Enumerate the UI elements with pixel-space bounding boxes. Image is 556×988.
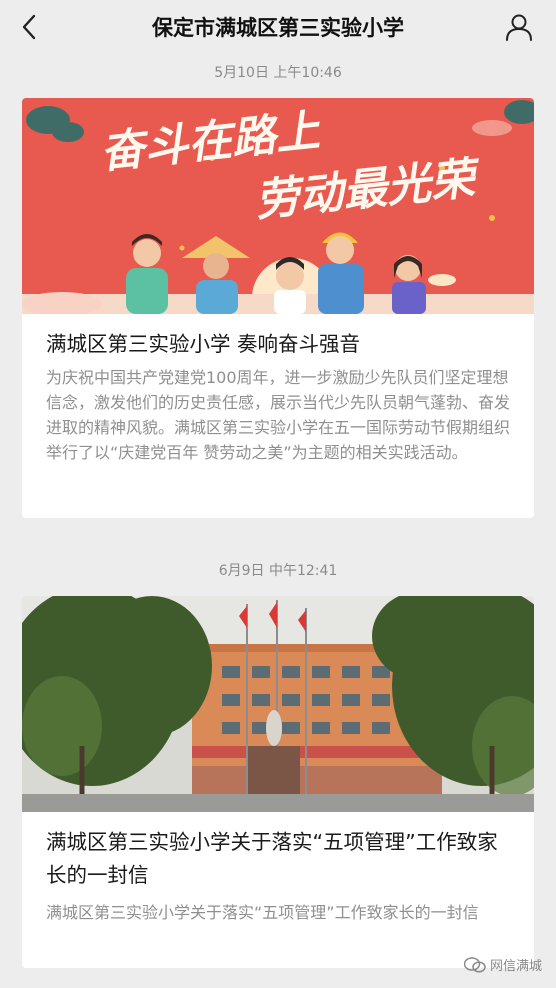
article-title: 满城区第三实验小学 奏响奋斗强音 bbox=[46, 332, 361, 356]
article-card[interactable]: 奋斗在路上 劳动最光荣 满城区第三实验小学 奏响奋斗强音 为庆祝中国共产党建党1… bbox=[22, 98, 534, 518]
article-title: 满城区第三实验小学关于落实“五项管理”工作致家长的一封信 bbox=[46, 830, 498, 887]
profile-button[interactable] bbox=[504, 12, 534, 42]
article-description: 满城区第三实验小学关于落实“五项管理”工作致家长的一封信 bbox=[46, 903, 479, 922]
message-timestamp: 5月10日 上午10:46 bbox=[214, 65, 342, 81]
watermark: 网信满城 bbox=[463, 955, 542, 974]
labor-day-banner: 奋斗在路上 劳动最光荣 bbox=[22, 98, 534, 314]
article-photo-image bbox=[22, 596, 534, 812]
page-title: 保定市满城区第三实验小学 bbox=[152, 16, 404, 40]
top-bar: 保定市满城区第三实验小学 bbox=[0, 0, 556, 56]
school-building-photo bbox=[22, 596, 534, 812]
article-banner-image: 奋斗在路上 劳动最光荣 bbox=[22, 98, 534, 314]
watermark-text: 网信满城 bbox=[489, 959, 542, 974]
article-description: 为庆祝中国共产党建党100周年，进一步激励少先队员们坚定理想信念，激发他们的历史… bbox=[46, 368, 511, 462]
user-icon bbox=[506, 14, 532, 41]
article-card[interactable]: 满城区第三实验小学关于落实“五项管理”工作致家长的一封信 满城区第三实验小学关于… bbox=[22, 596, 534, 968]
wechat-icon bbox=[463, 956, 486, 973]
message-timestamp: 6月9日 中午12:41 bbox=[218, 563, 338, 579]
